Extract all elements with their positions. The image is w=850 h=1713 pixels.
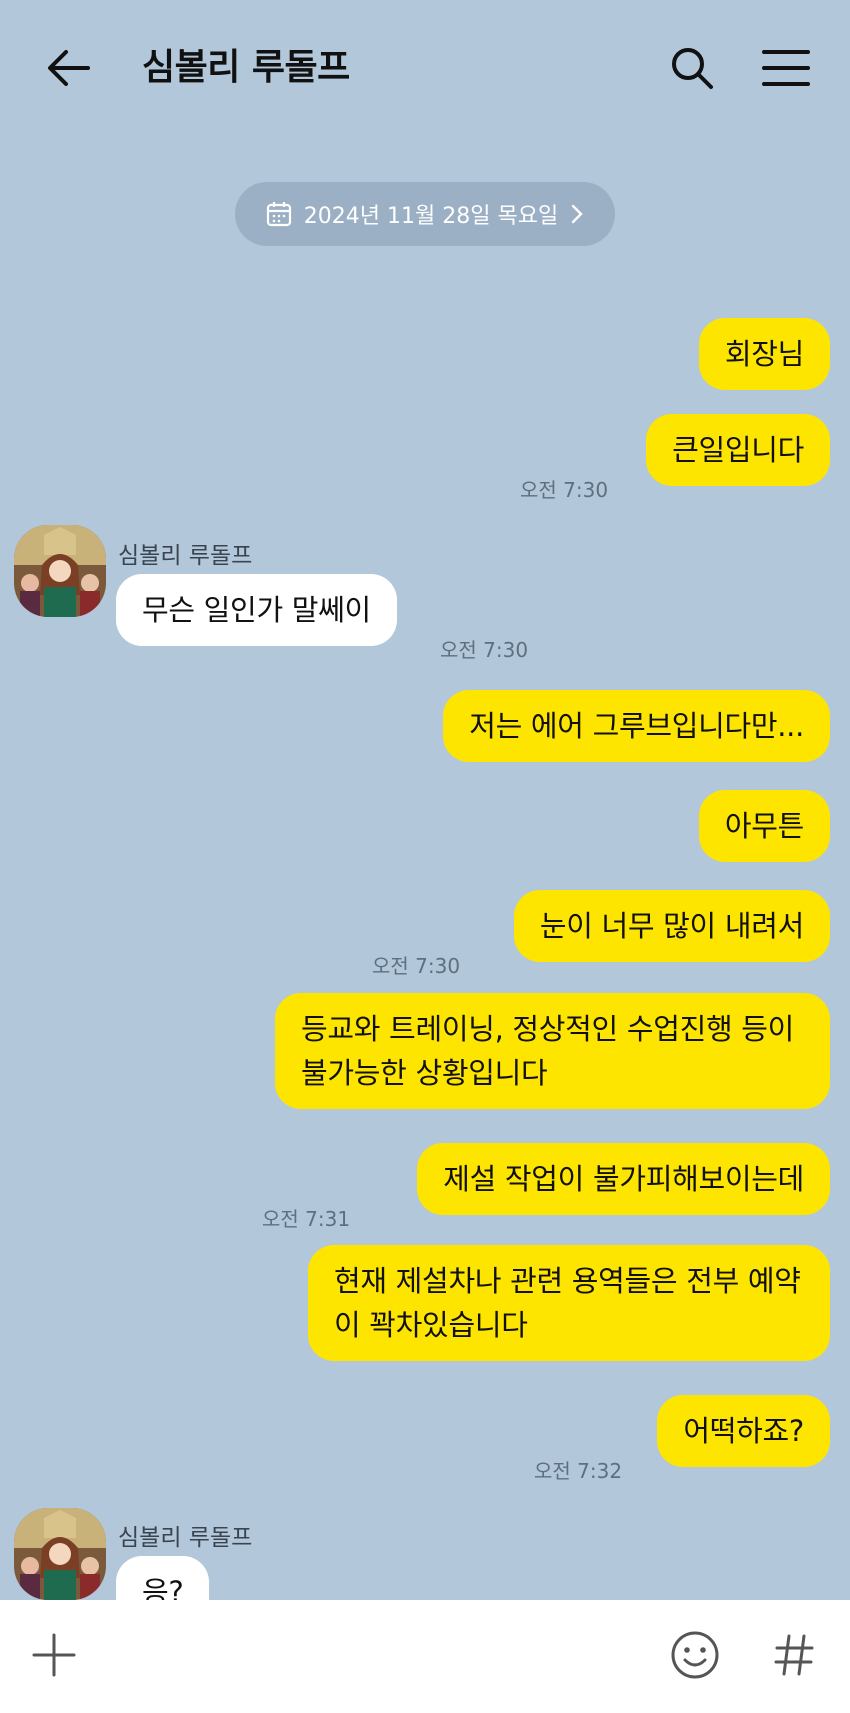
message-bubble-mine[interactable]: 회장님 bbox=[698, 318, 830, 390]
date-divider[interactable]: 2024년 11월 28일 목요일 bbox=[235, 182, 615, 246]
emoji-icon bbox=[671, 1631, 719, 1679]
message-bubble-mine[interactable]: 저는 에어 그루브입니다만... bbox=[443, 690, 830, 762]
hamburger-menu-icon bbox=[762, 50, 810, 86]
avatar[interactable] bbox=[14, 1508, 106, 1600]
sender-name: 심볼리 루돌프 bbox=[118, 543, 253, 569]
date-text: 2024년 11월 28일 목요일 bbox=[303, 204, 559, 229]
back-button[interactable] bbox=[40, 40, 96, 96]
message-timestamp: 오전 7:30 bbox=[440, 638, 529, 662]
chat-title: 심볼리 루돌프 bbox=[142, 47, 350, 88]
hashtag-button[interactable] bbox=[766, 1627, 822, 1683]
message-bubble-mine[interactable]: 제설 작업이 불가피해보이는데 bbox=[417, 1143, 830, 1215]
menu-button[interactable] bbox=[756, 40, 816, 96]
message-timestamp: 오전 7:31 bbox=[262, 1207, 351, 1231]
chat-header: 심볼리 루돌프 bbox=[0, 0, 850, 140]
search-button[interactable] bbox=[664, 40, 720, 96]
message-bubble-mine[interactable]: 등교와 트레이닝, 정상적인 수업진행 등이 불가능한 상황입니다 bbox=[275, 993, 830, 1109]
message-bubble-mine[interactable]: 어떡하죠? bbox=[657, 1395, 830, 1467]
message-bubble-mine[interactable]: 아무튼 bbox=[698, 790, 830, 862]
back-arrow-icon bbox=[48, 50, 90, 86]
message-timestamp: 오전 7:30 bbox=[372, 954, 461, 978]
calendar-icon bbox=[266, 202, 291, 227]
message-timestamp: 오전 7:32 bbox=[534, 1459, 623, 1483]
chevron-right-icon bbox=[572, 204, 583, 224]
sender-name: 심볼리 루돌프 bbox=[118, 1525, 253, 1551]
message-bubble-mine[interactable]: 큰일입니다 bbox=[646, 414, 830, 486]
attach-button[interactable] bbox=[26, 1627, 82, 1683]
emoji-button[interactable] bbox=[667, 1627, 723, 1683]
hash-icon bbox=[774, 1634, 814, 1676]
search-icon bbox=[672, 48, 713, 89]
message-timestamp: 오전 7:30 bbox=[520, 478, 609, 502]
plus-icon bbox=[32, 1633, 76, 1677]
message-bubble-theirs[interactable]: 무슨 일인가 말쎄이 bbox=[116, 574, 397, 646]
message-bubble-mine[interactable]: 현재 제설차나 관련 용역들은 전부 예약이 꽉차있습니다 bbox=[308, 1245, 830, 1361]
avatar[interactable] bbox=[14, 525, 106, 617]
message-bubble-mine[interactable]: 눈이 너무 많이 내려서 bbox=[513, 890, 830, 962]
